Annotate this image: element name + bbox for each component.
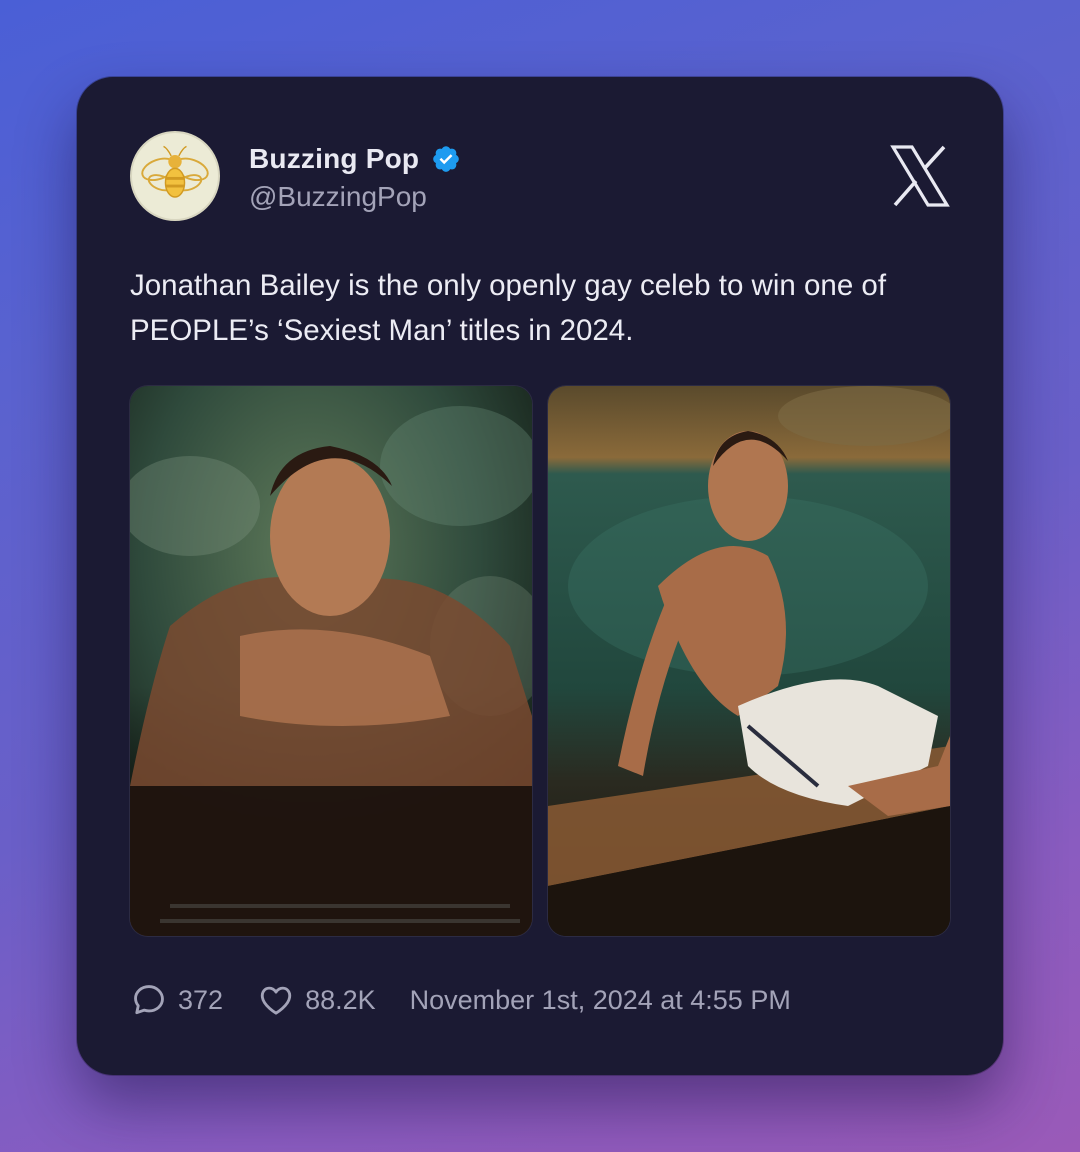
- timestamp[interactable]: November 1st, 2024 at 4:55 PM: [410, 985, 791, 1016]
- photo-image: [548, 386, 950, 936]
- reply-button[interactable]: 372: [130, 981, 223, 1019]
- reply-count: 372: [178, 984, 224, 1015]
- comment-bubble-icon: [134, 985, 164, 1015]
- tweet-photo-1[interactable]: [130, 386, 532, 936]
- tweet-stats: 372 88.2K November 1st, 2024 at 4:55 PM: [130, 980, 791, 1020]
- tweet-photo-2[interactable]: [548, 386, 950, 936]
- verified-badge-icon: [433, 146, 459, 172]
- bee-icon: [141, 145, 209, 198]
- photo-image: [130, 386, 532, 936]
- author-handle[interactable]: @BuzzingPop: [249, 181, 427, 213]
- x-logo-icon[interactable]: [890, 145, 950, 207]
- like-button[interactable]: 88.2K: [257, 981, 376, 1019]
- like-count: 88.2K: [305, 984, 376, 1015]
- author-name-row: Buzzing Pop: [249, 141, 461, 177]
- tweet-text: Jonathan Bailey is the only openly gay c…: [130, 269, 887, 347]
- tweet-card[interactable]: Buzzing Pop @BuzzingPop Jonathan Bailey …: [77, 77, 1003, 1075]
- heart-icon: [260, 986, 292, 1015]
- avatar[interactable]: [130, 131, 220, 221]
- display-name[interactable]: Buzzing Pop: [249, 143, 419, 175]
